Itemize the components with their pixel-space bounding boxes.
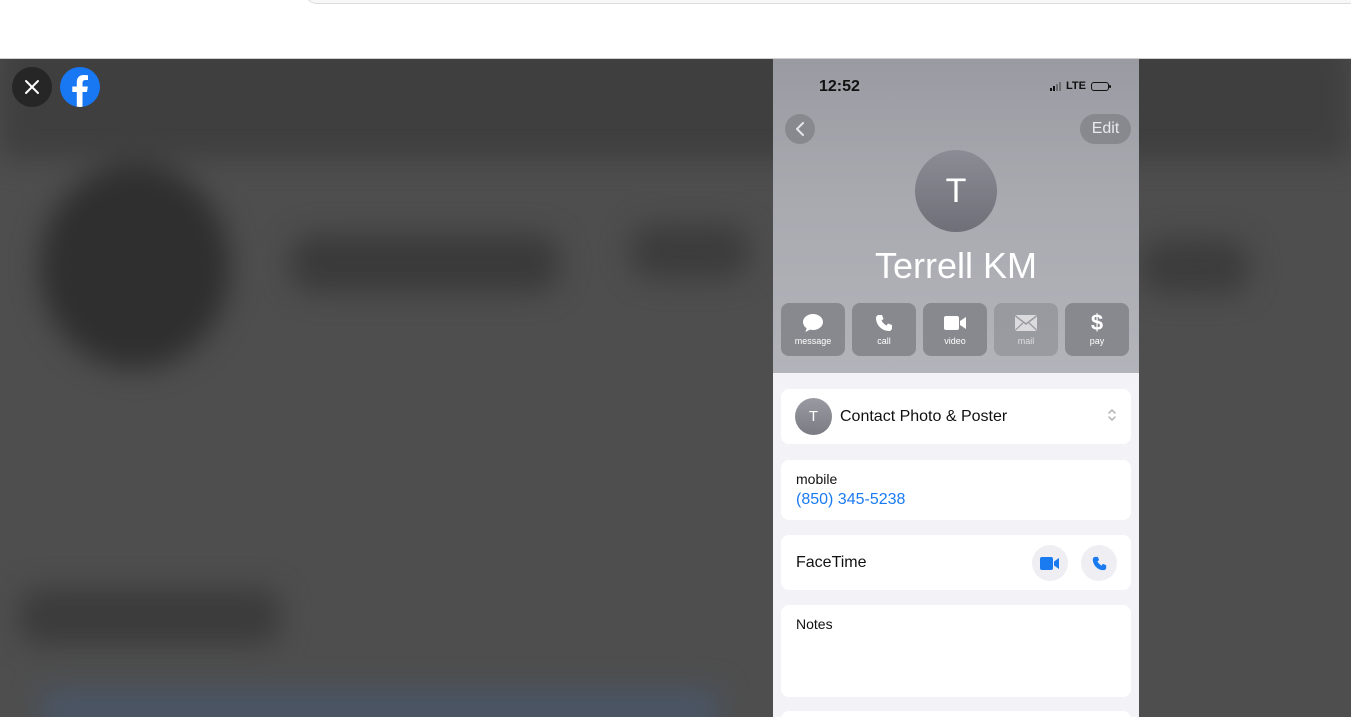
notes-label: Notes [796, 616, 833, 632]
message-bubble-icon [803, 314, 823, 332]
contact-photo-poster-label: Contact Photo & Poster [840, 407, 1008, 425]
notes-field[interactable]: Notes [781, 605, 1131, 697]
facetime-video-button[interactable] [1032, 545, 1068, 581]
contact-photo-poster-row[interactable]: T Contact Photo & Poster [781, 389, 1131, 444]
blurred-background [0, 59, 1351, 717]
video-button[interactable]: video [923, 303, 987, 356]
call-button[interactable]: call [852, 303, 916, 356]
contact-name: Terrell KM [874, 245, 1038, 286]
mobile-label: mobile [796, 471, 838, 487]
action-label: message [794, 336, 832, 346]
battery-icon [1091, 81, 1111, 91]
action-label: pay [1089, 336, 1105, 346]
facetime-row: FaceTime [781, 535, 1131, 590]
pay-button[interactable]: $ pay [1065, 303, 1129, 356]
video-camera-icon [1040, 556, 1059, 570]
search-bar[interactable] [305, 0, 1351, 4]
edit-button[interactable]: Edit [1080, 114, 1131, 144]
action-label: call [877, 336, 891, 346]
facetime-audio-button[interactable] [1081, 545, 1117, 581]
contact-avatar: T [915, 150, 997, 232]
phone-icon [876, 315, 892, 331]
facebook-logo-icon[interactable] [60, 67, 100, 107]
status-time: 12:52 [819, 78, 860, 95]
contact-header: 12:52 LTE Edit T Terrell KM message call [773, 59, 1139, 373]
envelope-icon [1015, 315, 1037, 331]
contact-screenshot: 12:52 LTE Edit T Terrell KM message call [773, 59, 1139, 717]
chevron-left-icon [796, 122, 804, 136]
quick-actions: message call video mail $ pay [781, 303, 1129, 356]
browser-top-strip [0, 0, 1351, 59]
close-button[interactable] [12, 67, 52, 107]
dollar-icon: $ [1090, 310, 1104, 335]
mobile-number-row[interactable]: mobile (850) 345-5238 [781, 460, 1131, 520]
status-icons: LTE [1050, 80, 1111, 92]
next-card [781, 711, 1131, 717]
action-label: video [944, 336, 966, 346]
facetime-label: FaceTime [796, 554, 867, 571]
close-icon [25, 80, 39, 94]
mail-button[interactable]: mail [994, 303, 1058, 356]
video-camera-icon [944, 316, 966, 330]
mobile-number-link[interactable]: (850) 345-5238 [796, 491, 905, 509]
back-button[interactable] [785, 114, 815, 144]
photo-lightbox [0, 59, 1351, 717]
message-button[interactable]: message [781, 303, 845, 356]
action-label: mail [1017, 336, 1035, 346]
avatar: T [795, 398, 832, 435]
phone-icon [1092, 556, 1106, 570]
network-label: LTE [1066, 80, 1086, 92]
signal-icon [1050, 81, 1062, 91]
chevron-up-down-icon [1108, 409, 1116, 421]
